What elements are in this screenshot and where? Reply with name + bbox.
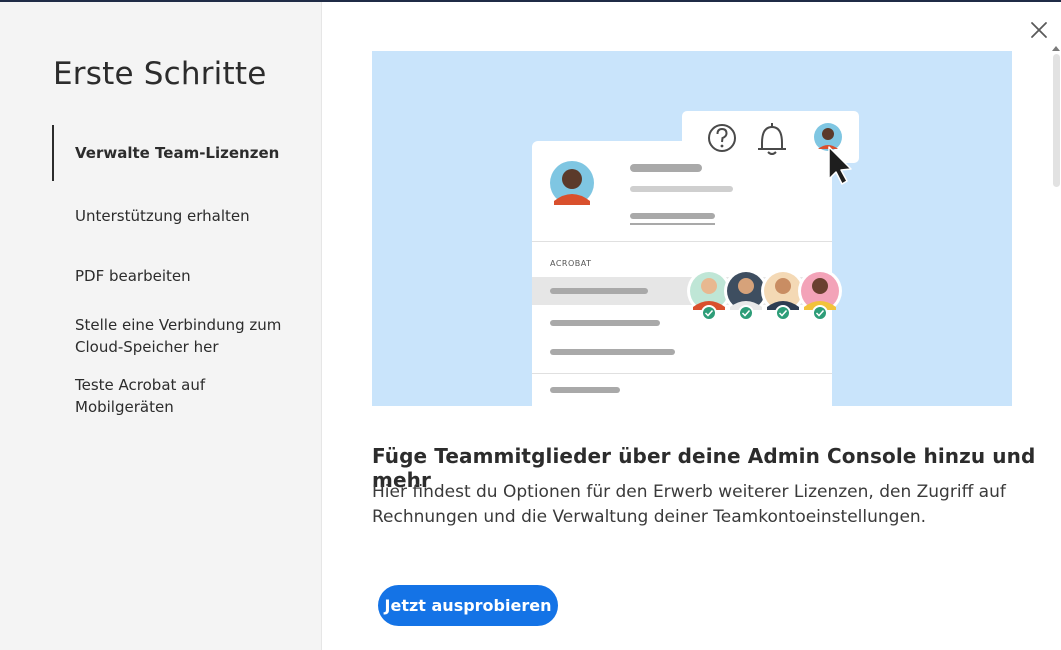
admin-console-illustration: ACROBAT bbox=[532, 111, 859, 406]
try-now-button[interactable]: Jetzt ausprobieren bbox=[378, 585, 558, 626]
sidebar-item-label: Unterstützung erhalten bbox=[75, 207, 250, 225]
sidebar-item-acrobat-mobil[interactable]: Teste Acrobat auf Mobilgeräten bbox=[52, 374, 252, 418]
sidebar-item-pdf-bearbeiten[interactable]: PDF bearbeiten bbox=[52, 265, 302, 287]
sidebar-item-verwalte-team-lizenzen[interactable]: Verwalte Team-Lizenzen bbox=[52, 125, 302, 181]
sidebar-nav: Verwalte Team-Lizenzen Unterstützung erh… bbox=[52, 125, 302, 418]
close-icon bbox=[1031, 22, 1047, 38]
sidebar-item-label: Stelle eine Verbindung zum Cloud-Speiche… bbox=[75, 316, 282, 356]
scrollbar[interactable] bbox=[1050, 46, 1061, 650]
sidebar-item-label: Verwalte Team-Lizenzen bbox=[75, 144, 280, 162]
hero-illustration: ACROBAT bbox=[372, 51, 1012, 406]
sidebar-item-label: PDF bearbeiten bbox=[75, 267, 191, 285]
illustration-section-label: ACROBAT bbox=[550, 259, 592, 268]
sidebar-item-label: Teste Acrobat auf Mobilgeräten bbox=[75, 376, 206, 416]
content-description: Hier findest du Optionen für den Erwerb … bbox=[372, 482, 1006, 527]
sidebar-title: Erste Schritte bbox=[53, 56, 267, 92]
sidebar: Erste Schritte Verwalte Team-Lizenzen Un… bbox=[0, 2, 322, 650]
sidebar-item-unterstuetzung[interactable]: Unterstützung erhalten bbox=[52, 205, 302, 227]
scroll-up-arrow-icon[interactable] bbox=[1052, 46, 1060, 51]
sidebar-item-cloud-speicher[interactable]: Stelle eine Verbindung zum Cloud-Speiche… bbox=[52, 314, 292, 358]
close-button[interactable] bbox=[1027, 18, 1051, 42]
scroll-thumb[interactable] bbox=[1053, 54, 1060, 187]
